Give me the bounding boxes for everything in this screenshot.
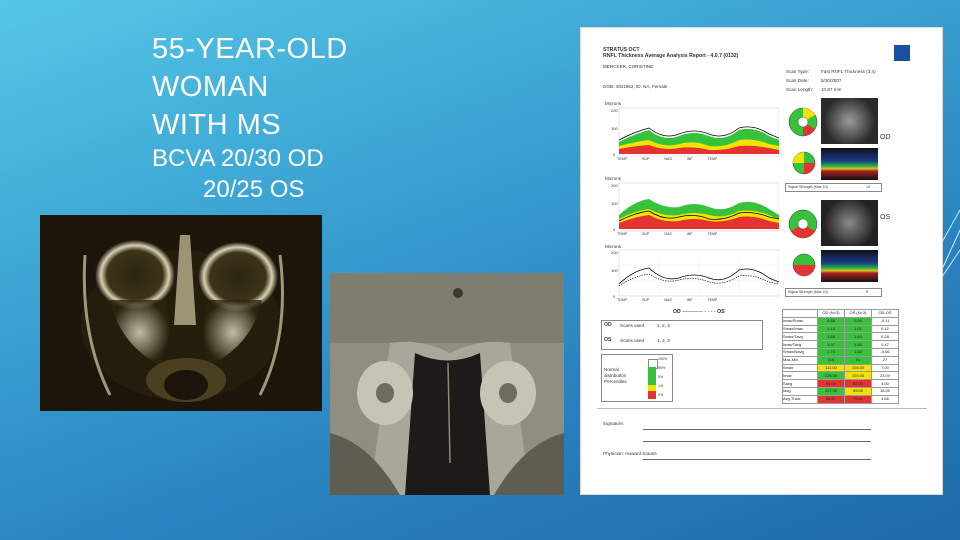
patient-name: MERCKER, CHRISTINE (603, 64, 654, 69)
os-ytick-0: 0 (613, 227, 616, 232)
od-oct-scan-image (821, 148, 878, 180)
parameter-table: OD (N=3) OS (N=3) OD-OS Imax/Smax 0.88 0… (782, 309, 899, 404)
patient-dob: DOB: 4/5/1952, ID: NA, Female (603, 84, 668, 89)
os-oct-scan-image (821, 250, 878, 282)
scan-type-value: Fast RNFL Thickness (3.4) (821, 69, 876, 74)
os-ytick-100: 100 (611, 201, 618, 206)
table-row: Avg.Thick 84.47 79.81 4.66 (782, 394, 899, 404)
scan-length-label: Scan Length: (786, 87, 814, 92)
normal-distribution-legend: Normal distribution Percentiles 100% 95%… (601, 354, 673, 402)
os-fundus-image (821, 200, 878, 246)
od-sector-clock-icon (788, 107, 818, 137)
table-header-od: OD (N=3) (817, 309, 845, 318)
scan-date-label: Scan Date: (786, 78, 809, 83)
legend-od: OD ———— - - - - OS (673, 309, 725, 315)
od-ytick-200: 200 (611, 108, 618, 113)
table-header-diff: OD-OS (871, 309, 899, 318)
od-thickness-chart: 200 100 0 (611, 107, 779, 157)
bcva-text: BCVA 20/30 OD 20/25 OS (152, 143, 324, 205)
table-row: Smax/Navg 1.76 1.82 -0.06 (782, 347, 899, 357)
od-eye-label: OD (880, 134, 891, 141)
table-row: Smax/Imax 1.13 1.01 0.12 (782, 324, 899, 334)
od-ytick-100: 100 (611, 126, 618, 131)
bcva-os: 20/25 OS (203, 176, 305, 203)
table-row: Imax 126.00 103.00 23.00 (782, 371, 899, 381)
table-row: Iavg 107.00 89.00 18.00 (782, 386, 899, 396)
signature-label: Signature: (603, 421, 624, 426)
cmp-ytick-100: 100 (611, 268, 618, 273)
od-os-compare-chart: 200 100 0 (611, 249, 779, 299)
title-line-3: WITH MS (152, 109, 282, 141)
zeiss-logo-icon (894, 45, 910, 61)
slide-title: 55-YEAR-OLD WOMAN WITH MS (152, 30, 348, 144)
os-signal-box: Signal Strength (Max 10) 9 (785, 288, 882, 297)
cmp-ytick-0: 0 (613, 294, 616, 299)
mri-coronal-image (330, 273, 564, 495)
table-row: Smax/Tavg 1.68 1.40 0.28 (782, 332, 899, 342)
od-signal-box: Signal Strength (Max 10) 10 (785, 183, 882, 192)
table-row: Imax/Smax 0.88 0.99 -0.11 (782, 316, 899, 326)
table-header-os: OS (N=3) (844, 309, 872, 318)
title-line-2: WOMAN (152, 71, 269, 103)
os-sector-clock-icon (788, 209, 818, 239)
od-ytick-0: 0 (613, 152, 616, 157)
os-ytick-200: 200 (611, 183, 618, 188)
os-quadrant-ticks: TEMP SUP NAS INF TEMP (617, 232, 718, 236)
od-fundus-image (821, 98, 878, 144)
table-row: Smax 111.00 104.00 7.00 (782, 363, 899, 373)
oct-report: STRATUS OCT RNFL Thickness Average Analy… (581, 28, 942, 494)
title-line-1: 55-YEAR-OLD (152, 33, 348, 65)
os-thickness-chart: 200 100 0 (611, 182, 779, 232)
report-header-2: RNFL Thickness Average Analysis Report -… (603, 53, 739, 59)
scans-used-box: OD Scans used 1, 2, 3 OS Scans used 1, 2… (601, 320, 763, 350)
os-eye-label: OS (880, 214, 891, 221)
scan-date-value: 5/30/2007 (821, 78, 842, 83)
od-quadrant-ticks: TEMP SUP NAS INF TEMP (617, 157, 718, 161)
os-quadrant-icon (792, 253, 816, 277)
od-quadrant-icon (792, 151, 816, 175)
table-row: Imax/Tavg 1.97 1.50 0.47 (782, 340, 899, 349)
table-row: Savg 91.00 87.00 4.00 (782, 379, 899, 388)
scan-type-label: Scan Type: (786, 69, 809, 74)
cmp-ytick-200: 200 (611, 250, 618, 255)
table-row: Max-Min 118 91 27 (782, 355, 899, 365)
compare-quadrant-ticks: TEMP SUP NAS INF TEMP (617, 298, 718, 302)
physician-name: Physician: Howard Krauss (603, 451, 657, 456)
mri-axial-image (40, 215, 322, 411)
scan-length-value: 10.87 mm (821, 87, 842, 92)
bcva-od: BCVA 20/30 OD (152, 145, 324, 172)
